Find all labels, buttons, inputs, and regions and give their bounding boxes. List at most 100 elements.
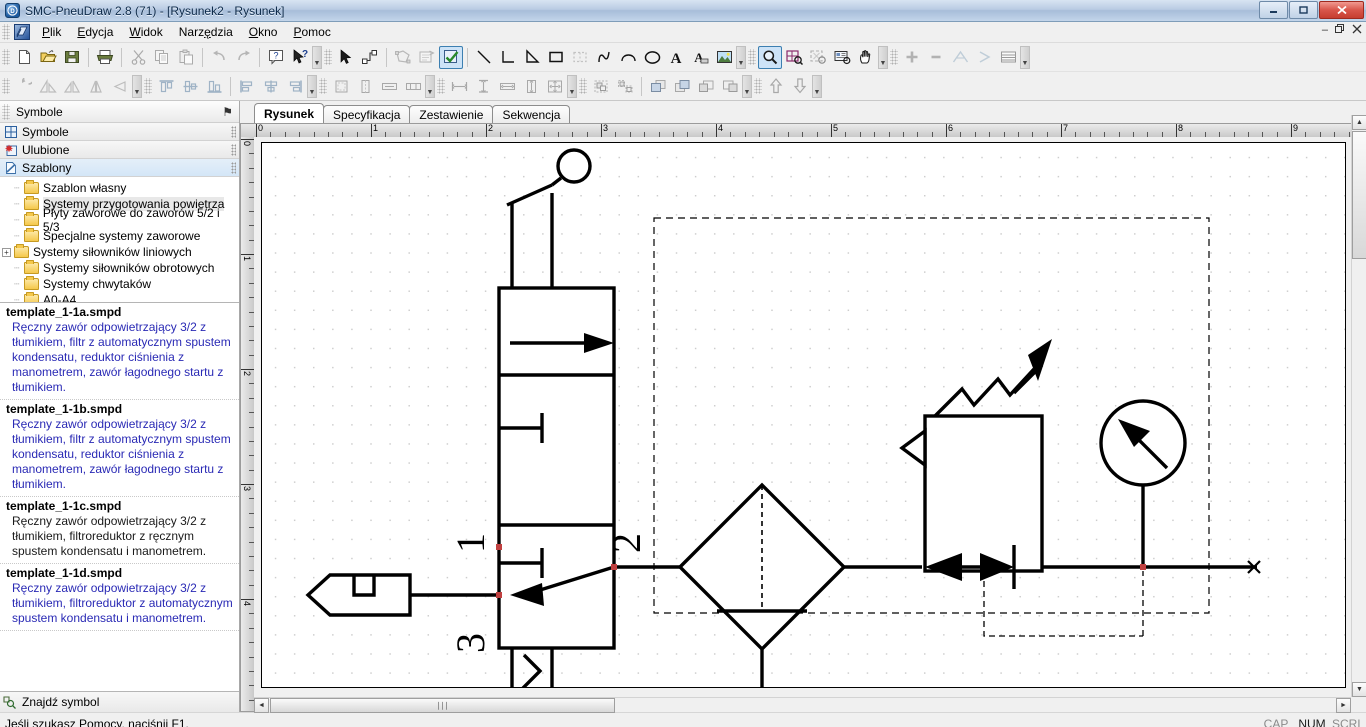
menubar-grip[interactable]: [2, 24, 10, 40]
flip-horizontal-icon[interactable]: [36, 75, 60, 98]
toolbar-overflow-button[interactable]: ▼: [567, 74, 577, 98]
distribute-vertical-icon[interactable]: [353, 75, 377, 98]
toolbar-overflow-button[interactable]: ▼: [307, 74, 317, 98]
properties-icon[interactable]: [415, 46, 439, 69]
spline-tool-icon[interactable]: [592, 46, 616, 69]
horizontal-scroll-thumb[interactable]: ∣∣∣: [270, 698, 615, 713]
mdi-minimize-button[interactable]: –: [1322, 24, 1328, 36]
toolbar-overflow-button[interactable]: ▼: [878, 45, 888, 69]
tree-node-plyty-zaworowe[interactable]: ┄ Płyty zaworowe do zaworów 5/2 i 5/3: [0, 206, 239, 234]
same-size-icon[interactable]: [543, 75, 567, 98]
menu-item-plik[interactable]: Plik: [34, 23, 69, 41]
ellipse-tool-icon[interactable]: [640, 46, 664, 69]
toolbar-overflow-button[interactable]: ▼: [742, 74, 752, 98]
list-item[interactable]: template_1-1c.smpd Ręczny zawór odpowiet…: [0, 497, 239, 564]
bring-forward-icon[interactable]: [694, 75, 718, 98]
distribute-grid-icon[interactable]: [329, 75, 353, 98]
dock-bar-grip[interactable]: [231, 125, 236, 138]
send-backward-icon[interactable]: [718, 75, 742, 98]
toolbar-grip-extras[interactable]: [890, 49, 898, 65]
zoom-tool-icon[interactable]: [758, 45, 782, 69]
menu-item-edycja[interactable]: Edycja: [69, 23, 121, 41]
line-tool-icon[interactable]: [472, 46, 496, 69]
select-pointer-icon[interactable]: [334, 46, 358, 69]
paste-icon[interactable]: [174, 46, 198, 69]
distribute-horizontal-icon[interactable]: [377, 75, 401, 98]
same-width-icon[interactable]: [495, 75, 519, 98]
align-top-icon[interactable]: [154, 75, 178, 98]
tree-node-szablon-wlasny[interactable]: ┄ Szablon własny: [0, 180, 239, 196]
template-list[interactable]: template_1-1a.smpd Ręczny zawór odpowiet…: [0, 303, 239, 692]
menu-item-pomoc[interactable]: Pomoc: [285, 23, 338, 41]
same-height-icon[interactable]: [519, 75, 543, 98]
zoom-in-plus-icon[interactable]: [900, 46, 924, 69]
maximize-button[interactable]: [1289, 1, 1318, 19]
dashed-rectangle-tool-icon[interactable]: [568, 46, 592, 69]
mirror-left-icon[interactable]: [108, 75, 132, 98]
toolbar-overflow-button[interactable]: ▼: [812, 74, 822, 98]
toolbar-grip-view[interactable]: [748, 49, 756, 65]
toolbar-grip-size[interactable]: [437, 78, 445, 94]
toolbar-overflow-button[interactable]: ▼: [132, 74, 142, 98]
mirror-icon[interactable]: [84, 75, 108, 98]
print-icon[interactable]: [93, 46, 117, 69]
distribute-even-icon[interactable]: [401, 75, 425, 98]
copy-icon[interactable]: [150, 46, 174, 69]
align-middle-icon[interactable]: [178, 75, 202, 98]
insert-image-icon[interactable]: [712, 46, 736, 69]
toolbar-grip-draw[interactable]: [324, 49, 332, 65]
pneumatic-circuit-diagram[interactable]: 1 2 3: [262, 143, 1346, 688]
find-symbol-bar[interactable]: Znajdź symbol: [0, 692, 239, 712]
toolbar-overflow-button[interactable]: ▼: [736, 45, 746, 69]
list-item[interactable]: template_1-1d.smpd Ręczny zawór odpowiet…: [0, 564, 239, 631]
open-folder-icon[interactable]: [36, 46, 60, 69]
dock-grip[interactable]: [2, 103, 10, 120]
list-item[interactable]: template_1-1b.smpd Ręczny zawór odpowiet…: [0, 400, 239, 497]
mdi-close-button[interactable]: [1352, 24, 1362, 36]
template-description[interactable]: Ręczny zawór odpowietrzający 3/2 z tłumi…: [4, 320, 233, 395]
template-description[interactable]: Ręczny zawór odpowietrzający 3/2 z tłumi…: [4, 581, 233, 626]
greater-than-icon[interactable]: [972, 46, 996, 69]
template-description[interactable]: Ręczny zawór odpowietrzający 3/2 z tłumi…: [4, 514, 233, 559]
move-down-icon[interactable]: [788, 75, 812, 98]
tree-node-systemy-silownikow-obrotowych[interactable]: ┄ Systemy siłowników obrotowych: [0, 260, 239, 276]
tab-sekwencja[interactable]: Sekwencja: [492, 105, 571, 123]
vertical-ruler[interactable]: 012345: [240, 137, 254, 712]
vertical-scroll-thumb[interactable]: [1352, 131, 1366, 259]
expand-plus-icon[interactable]: +: [2, 247, 11, 257]
align-center-icon[interactable]: [259, 75, 283, 98]
scroll-left-button[interactable]: ◄: [254, 698, 269, 713]
scroll-right-button[interactable]: ►: [1336, 698, 1351, 713]
tree-node-systemy-chwytakow[interactable]: ┄ Systemy chwytaków: [0, 276, 239, 292]
vertical-scrollbar[interactable]: ▲ ▼: [1351, 115, 1366, 697]
app-menu-icon[interactable]: [14, 24, 30, 40]
toolbar-overflow-button[interactable]: ▼: [425, 74, 435, 98]
toolbar-grip-move[interactable]: [754, 78, 762, 94]
zoom-fit-icon[interactable]: [806, 46, 830, 69]
tab-rysunek[interactable]: Rysunek: [254, 103, 325, 123]
close-button[interactable]: [1319, 1, 1364, 19]
align-left-icon[interactable]: [235, 75, 259, 98]
move-up-icon[interactable]: [764, 75, 788, 98]
tree-node-systemy-silownikow-liniowych[interactable]: + Systemy siłowników liniowych: [0, 244, 239, 260]
horizontal-scrollbar[interactable]: ◄ ∣∣∣ ►: [254, 697, 1351, 713]
drawing-canvas[interactable]: 1 2 3: [261, 142, 1346, 688]
rectangle-tool-icon[interactable]: [544, 46, 568, 69]
zoom-region-icon[interactable]: [830, 46, 854, 69]
triangle-tool-icon[interactable]: [520, 46, 544, 69]
toolbar-grip-align[interactable]: [144, 78, 152, 94]
connector-node-icon[interactable]: [358, 46, 382, 69]
save-disk-icon[interactable]: [60, 46, 84, 69]
context-help-icon[interactable]: ?: [288, 46, 312, 69]
space-vertical-icon[interactable]: [471, 75, 495, 98]
tab-zestawienie[interactable]: Zestawienie: [409, 105, 494, 123]
menu-item-widok[interactable]: Widok: [121, 23, 170, 41]
bring-to-front-icon[interactable]: [646, 75, 670, 98]
cut-scissors-icon[interactable]: [126, 46, 150, 69]
template-description[interactable]: Ręczny zawór odpowietrzający 3/2 z tłumi…: [4, 417, 233, 492]
undo-arrow-icon[interactable]: [207, 46, 231, 69]
toolbar-grip-order[interactable]: [579, 78, 587, 94]
flip-vertical-icon[interactable]: [60, 75, 84, 98]
arc-tool-icon[interactable]: [616, 46, 640, 69]
toolbar-grip-standard[interactable]: [2, 49, 10, 65]
